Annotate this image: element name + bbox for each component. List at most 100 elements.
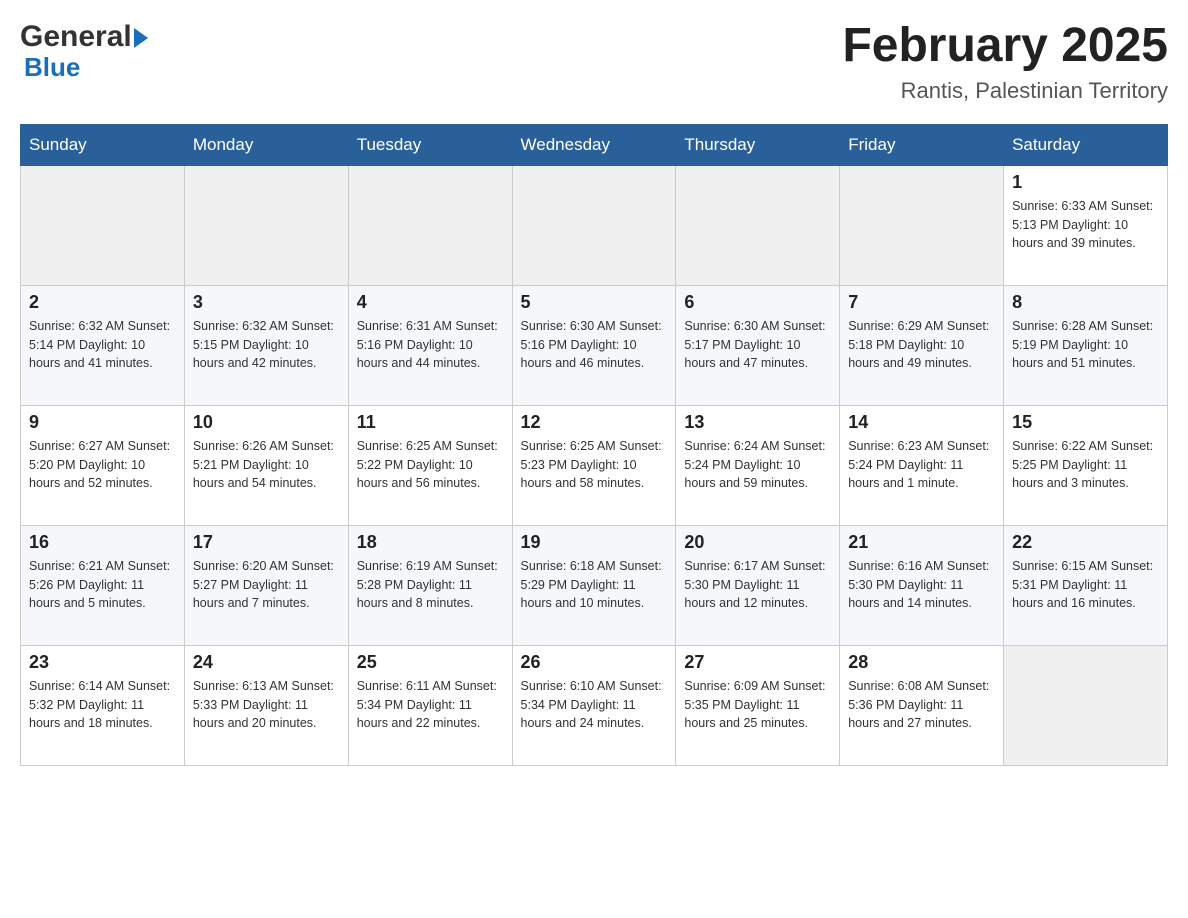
column-header-sunday: Sunday xyxy=(21,124,185,165)
calendar-week-row: 9 Sunrise: 6:27 AM Sunset: 5:20 PM Daylig… xyxy=(21,405,1168,525)
calendar-cell: 23Sunrise: 6:14 AM Sunset: 5:32 PM Dayli… xyxy=(21,645,185,765)
calendar-cell xyxy=(21,165,185,285)
location-subtitle: Rantis, Palestinian Territory xyxy=(842,78,1168,104)
day-number: 16 xyxy=(29,532,176,553)
day-number: 13 xyxy=(684,412,831,433)
column-header-wednesday: Wednesday xyxy=(512,124,676,165)
column-header-monday: Monday xyxy=(184,124,348,165)
calendar-cell: 2Sunrise: 6:32 AM Sunset: 5:14 PM Daylig… xyxy=(21,285,185,405)
calendar-week-row: 16 Sunrise: 6:21 AM Sunset: 5:26 PM Dayli… xyxy=(21,525,1168,645)
calendar-cell: 14 Sunrise: 6:23 AM Sunset: 5:24 PM Dayli… xyxy=(840,405,1004,525)
day-info: Sunrise: 6:27 AM Sunset: 5:20 PM Dayligh… xyxy=(29,437,176,493)
calendar-cell: 7 Sunrise: 6:29 AM Sunset: 5:18 PM Daylig… xyxy=(840,285,1004,405)
calendar-cell: 22 Sunrise: 6:15 AM Sunset: 5:31 PM Dayli… xyxy=(1004,525,1168,645)
calendar-cell: 25Sunrise: 6:11 AM Sunset: 5:34 PM Dayli… xyxy=(348,645,512,765)
day-number: 12 xyxy=(521,412,668,433)
calendar-cell xyxy=(840,165,1004,285)
day-info: Sunrise: 6:23 AM Sunset: 5:24 PM Dayligh… xyxy=(848,437,995,493)
calendar-cell: 15Sunrise: 6:22 AM Sunset: 5:25 PM Dayli… xyxy=(1004,405,1168,525)
day-number: 27 xyxy=(684,652,831,673)
column-header-saturday: Saturday xyxy=(1004,124,1168,165)
logo-arrow-icon xyxy=(134,28,148,48)
day-info: Sunrise: 6:18 AM Sunset: 5:29 PM Dayligh… xyxy=(521,557,668,613)
calendar-cell: 19 Sunrise: 6:18 AM Sunset: 5:29 PM Dayli… xyxy=(512,525,676,645)
calendar-cell xyxy=(676,165,840,285)
calendar-cell xyxy=(1004,645,1168,765)
day-number: 11 xyxy=(357,412,504,433)
day-number: 10 xyxy=(193,412,340,433)
column-header-friday: Friday xyxy=(840,124,1004,165)
day-info: Sunrise: 6:15 AM Sunset: 5:31 PM Dayligh… xyxy=(1012,557,1159,613)
calendar-week-row: 1 Sunrise: 6:33 AM Sunset: 5:13 PM Daylig… xyxy=(21,165,1168,285)
day-info: Sunrise: 6:17 AM Sunset: 5:30 PM Dayligh… xyxy=(684,557,831,613)
calendar-cell: 11 Sunrise: 6:25 AM Sunset: 5:22 PM Dayli… xyxy=(348,405,512,525)
day-number: 14 xyxy=(848,412,995,433)
day-info: Sunrise: 6:33 AM Sunset: 5:13 PM Dayligh… xyxy=(1012,197,1159,253)
calendar-cell: 6Sunrise: 6:30 AM Sunset: 5:17 PM Daylig… xyxy=(676,285,840,405)
calendar-table: SundayMondayTuesdayWednesdayThursdayFrid… xyxy=(20,124,1168,766)
day-info: Sunrise: 6:32 AM Sunset: 5:15 PM Dayligh… xyxy=(193,317,340,373)
day-number: 25 xyxy=(357,652,504,673)
calendar-cell: 3 Sunrise: 6:32 AM Sunset: 5:15 PM Daylig… xyxy=(184,285,348,405)
day-number: 22 xyxy=(1012,532,1159,553)
day-number: 6 xyxy=(684,292,831,313)
calendar-cell: 4 Sunrise: 6:31 AM Sunset: 5:16 PM Daylig… xyxy=(348,285,512,405)
calendar-cell: 10Sunrise: 6:26 AM Sunset: 5:21 PM Dayli… xyxy=(184,405,348,525)
calendar-cell: 5Sunrise: 6:30 AM Sunset: 5:16 PM Daylig… xyxy=(512,285,676,405)
calendar-cell xyxy=(348,165,512,285)
day-number: 26 xyxy=(521,652,668,673)
calendar-cell: 1 Sunrise: 6:33 AM Sunset: 5:13 PM Daylig… xyxy=(1004,165,1168,285)
day-number: 28 xyxy=(848,652,995,673)
day-info: Sunrise: 6:13 AM Sunset: 5:33 PM Dayligh… xyxy=(193,677,340,733)
day-number: 8 xyxy=(1012,292,1159,313)
month-title: February 2025 xyxy=(842,20,1168,73)
day-number: 3 xyxy=(193,292,340,313)
calendar-week-row: 2Sunrise: 6:32 AM Sunset: 5:14 PM Daylig… xyxy=(21,285,1168,405)
day-info: Sunrise: 6:08 AM Sunset: 5:36 PM Dayligh… xyxy=(848,677,995,733)
day-info: Sunrise: 6:21 AM Sunset: 5:26 PM Dayligh… xyxy=(29,557,176,613)
calendar-cell: 9 Sunrise: 6:27 AM Sunset: 5:20 PM Daylig… xyxy=(21,405,185,525)
day-info: Sunrise: 6:20 AM Sunset: 5:27 PM Dayligh… xyxy=(193,557,340,613)
calendar-header-row: SundayMondayTuesdayWednesdayThursdayFrid… xyxy=(21,124,1168,165)
day-number: 2 xyxy=(29,292,176,313)
day-number: 20 xyxy=(684,532,831,553)
calendar-cell xyxy=(512,165,676,285)
calendar-cell: 27 Sunrise: 6:09 AM Sunset: 5:35 PM Dayli… xyxy=(676,645,840,765)
calendar-cell: 20 Sunrise: 6:17 AM Sunset: 5:30 PM Dayli… xyxy=(676,525,840,645)
calendar-cell: 16 Sunrise: 6:21 AM Sunset: 5:26 PM Dayli… xyxy=(21,525,185,645)
day-number: 4 xyxy=(357,292,504,313)
page-header: General Blue February 2025 Rantis, Pales… xyxy=(20,20,1168,104)
day-info: Sunrise: 6:16 AM Sunset: 5:30 PM Dayligh… xyxy=(848,557,995,613)
logo-blue-text: Blue xyxy=(20,52,80,83)
calendar-cell: 8Sunrise: 6:28 AM Sunset: 5:19 PM Daylig… xyxy=(1004,285,1168,405)
day-number: 23 xyxy=(29,652,176,673)
day-info: Sunrise: 6:29 AM Sunset: 5:18 PM Dayligh… xyxy=(848,317,995,373)
day-info: Sunrise: 6:25 AM Sunset: 5:23 PM Dayligh… xyxy=(521,437,668,493)
day-number: 9 xyxy=(29,412,176,433)
day-number: 17 xyxy=(193,532,340,553)
day-number: 19 xyxy=(521,532,668,553)
calendar-cell xyxy=(184,165,348,285)
day-info: Sunrise: 6:25 AM Sunset: 5:22 PM Dayligh… xyxy=(357,437,504,493)
day-number: 18 xyxy=(357,532,504,553)
column-header-tuesday: Tuesday xyxy=(348,124,512,165)
day-info: Sunrise: 6:10 AM Sunset: 5:34 PM Dayligh… xyxy=(521,677,668,733)
calendar-cell: 18 Sunrise: 6:19 AM Sunset: 5:28 PM Dayli… xyxy=(348,525,512,645)
calendar-cell: 26 Sunrise: 6:10 AM Sunset: 5:34 PM Dayli… xyxy=(512,645,676,765)
day-number: 7 xyxy=(848,292,995,313)
title-section: February 2025 Rantis, Palestinian Territ… xyxy=(842,20,1168,104)
calendar-cell: 13 Sunrise: 6:24 AM Sunset: 5:24 PM Dayli… xyxy=(676,405,840,525)
day-number: 15 xyxy=(1012,412,1159,433)
day-info: Sunrise: 6:30 AM Sunset: 5:16 PM Dayligh… xyxy=(521,317,668,373)
calendar-cell: 21Sunrise: 6:16 AM Sunset: 5:30 PM Dayli… xyxy=(840,525,1004,645)
day-info: Sunrise: 6:31 AM Sunset: 5:16 PM Dayligh… xyxy=(357,317,504,373)
day-info: Sunrise: 6:24 AM Sunset: 5:24 PM Dayligh… xyxy=(684,437,831,493)
column-header-thursday: Thursday xyxy=(676,124,840,165)
day-number: 1 xyxy=(1012,172,1159,193)
logo: General Blue xyxy=(20,20,148,83)
day-info: Sunrise: 6:09 AM Sunset: 5:35 PM Dayligh… xyxy=(684,677,831,733)
logo-general-text: General xyxy=(20,20,148,54)
calendar-cell: 24Sunrise: 6:13 AM Sunset: 5:33 PM Dayli… xyxy=(184,645,348,765)
day-info: Sunrise: 6:19 AM Sunset: 5:28 PM Dayligh… xyxy=(357,557,504,613)
calendar-cell: 17 Sunrise: 6:20 AM Sunset: 5:27 PM Dayli… xyxy=(184,525,348,645)
